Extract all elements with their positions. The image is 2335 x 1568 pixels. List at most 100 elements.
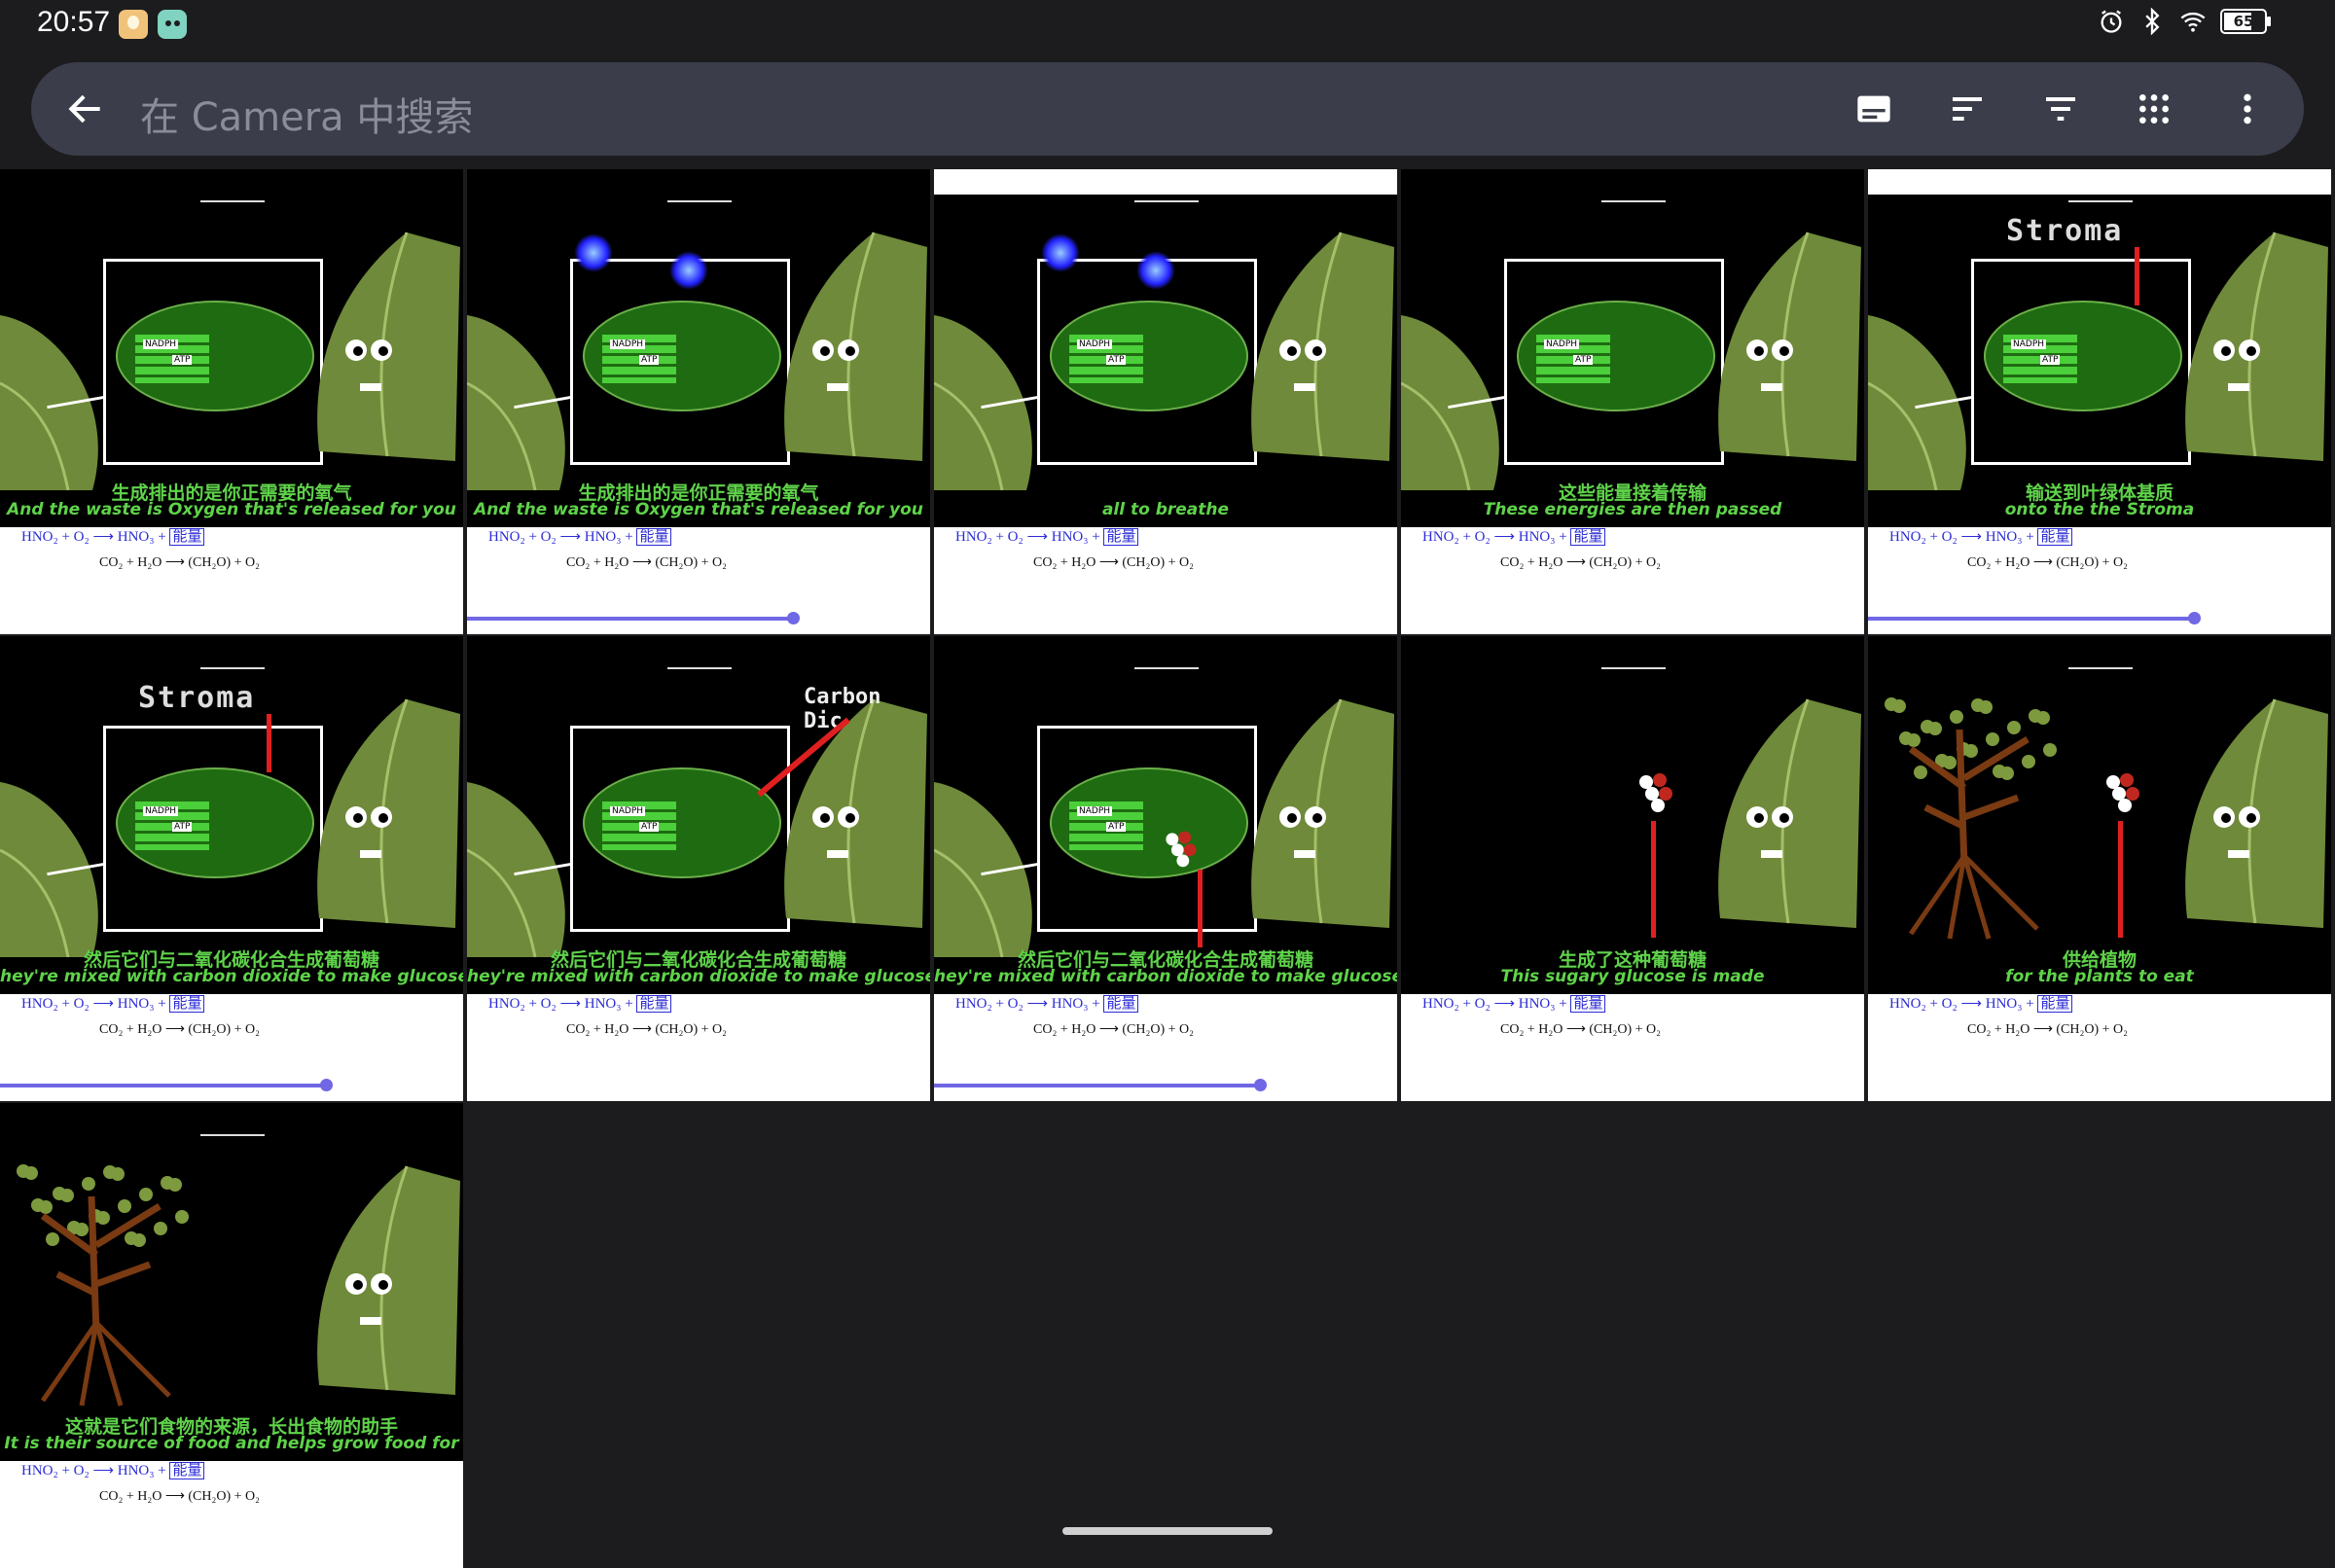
video-thumbnail[interactable]: NADPH ATP 这些能量接着传输 These energies are the… bbox=[1401, 169, 1866, 634]
up-arrow bbox=[1198, 870, 1203, 947]
tree-icon bbox=[17, 1164, 189, 1407]
stroma-label: Stroma bbox=[138, 681, 256, 715]
energy-label: 能量 bbox=[636, 528, 672, 546]
thumbnail-top-strip bbox=[1868, 636, 2331, 675]
playback-progress-handle[interactable] bbox=[2187, 612, 2201, 624]
playback-progress-bar[interactable] bbox=[467, 617, 793, 621]
leaf-character bbox=[1251, 698, 1394, 928]
playback-progress-bar[interactable] bbox=[934, 1084, 1260, 1087]
search-bar[interactable]: 在 Camera 中搜索 bbox=[31, 62, 2304, 156]
light-particle bbox=[1136, 251, 1175, 290]
formula-line-2: CO₂ + H₂O ⟶ (CH₂O) + O₂ bbox=[1500, 1022, 1662, 1037]
formula-line-1: HNO₂ + O₂ ⟶ HNO₃ + 能量 bbox=[21, 992, 205, 1013]
down-arrow bbox=[267, 714, 271, 772]
thumbnail-top-strip bbox=[934, 169, 1397, 195]
subtitle-view-icon[interactable] bbox=[1854, 89, 1893, 128]
nadph-label: NADPH bbox=[1077, 806, 1113, 816]
thumbnail-top-strip bbox=[1401, 636, 1864, 675]
subtitle-english: And the waste is Oxygen that's released … bbox=[474, 500, 923, 519]
thumbnail-top-strip bbox=[1868, 169, 2331, 195]
search-input[interactable]: 在 Camera 中搜索 bbox=[140, 86, 473, 142]
top-divider bbox=[1134, 667, 1199, 669]
top-divider bbox=[667, 200, 732, 202]
top-divider bbox=[1601, 200, 1666, 202]
video-thumbnail[interactable]: NADPH ATP 生成排出的是你正需要的氧气 And the waste is … bbox=[467, 169, 932, 634]
formula-line-1: HNO₂ + O₂ ⟶ HNO₃ + 能量 bbox=[21, 1459, 205, 1479]
sort-icon[interactable] bbox=[1948, 89, 1987, 128]
wifi-icon bbox=[2180, 12, 2206, 32]
energy-label: 能量 bbox=[2037, 528, 2073, 546]
energy-label: 能量 bbox=[169, 528, 205, 546]
formula-line-1: HNO₂ + O₂ ⟶ HNO₃ + 能量 bbox=[488, 525, 672, 546]
formula-line-2: CO₂ + H₂O ⟶ (CH₂O) + O₂ bbox=[566, 555, 728, 570]
video-thumbnail[interactable]: NADPH ATP Carbon Dic 然后它们与二氧化碳化合生成葡萄糖 hey'… bbox=[467, 636, 932, 1101]
playback-progress-bar[interactable] bbox=[1868, 617, 2194, 621]
formula-line-2: CO₂ + H₂O ⟶ (CH₂O) + O₂ bbox=[99, 555, 261, 570]
video-thumbnail[interactable]: 供给植物 for the plants to eat HNO₂ + O₂ ⟶ HNO… bbox=[1868, 636, 2333, 1101]
top-divider bbox=[1134, 200, 1199, 202]
video-thumbnail[interactable]: NADPH ATP 然后它们与二氧化碳化合生成葡萄糖 hey're mixed w… bbox=[934, 636, 1399, 1101]
more-icon[interactable] bbox=[2228, 89, 2267, 128]
light-particle bbox=[574, 233, 613, 272]
top-divider bbox=[200, 667, 265, 669]
video-thumbnail[interactable]: NADPH ATP all to breathe HNO₂ + O₂ ⟶ HNO₃… bbox=[934, 169, 1399, 634]
top-divider bbox=[667, 667, 732, 669]
filter-icon[interactable] bbox=[2041, 89, 2080, 128]
playback-progress-handle[interactable] bbox=[786, 612, 800, 624]
energy-label: 能量 bbox=[636, 995, 672, 1013]
subtitle-english: hey're mixed with carbon dioxide to make… bbox=[0, 967, 465, 986]
formula-text: HNO₂ + O₂ ⟶ HNO₃ + bbox=[1422, 996, 1567, 1012]
subtitle-english: hey're mixed with carbon dioxide to make… bbox=[934, 967, 1399, 986]
tree-icon bbox=[1885, 697, 2057, 940]
video-thumbnail[interactable]: NADPH ATP Stroma 然后它们与二氧化碳化合生成葡萄糖 hey're m… bbox=[0, 636, 465, 1101]
formula-line-2: CO₂ + H₂O ⟶ (CH₂O) + O₂ bbox=[1500, 555, 1662, 570]
energy-label: 能量 bbox=[1103, 528, 1139, 546]
alarm-icon bbox=[2101, 10, 2122, 33]
energy-label: 能量 bbox=[1570, 995, 1606, 1013]
playback-progress-bar[interactable] bbox=[0, 1084, 326, 1087]
bluetooth-icon bbox=[2145, 8, 2160, 35]
video-thumbnail[interactable]: 生成了这种葡萄糖 This sugary glucose is made HNO₂ … bbox=[1401, 636, 1866, 1101]
top-divider bbox=[200, 1134, 265, 1136]
subtitle-english: onto the the Stroma bbox=[2004, 500, 2195, 519]
formula-text: HNO₂ + O₂ ⟶ HNO₃ + bbox=[955, 996, 1100, 1012]
formula-text: HNO₂ + O₂ ⟶ HNO₃ + bbox=[1889, 996, 2034, 1012]
home-indicator[interactable] bbox=[1062, 1527, 1273, 1535]
formula-line-1: HNO₂ + O₂ ⟶ HNO₃ + 能量 bbox=[1889, 992, 2073, 1013]
energy-label: 能量 bbox=[1570, 528, 1606, 546]
formula-line-1: HNO₂ + O₂ ⟶ HNO₃ + 能量 bbox=[955, 992, 1139, 1013]
formula-text: HNO₂ + O₂ ⟶ HNO₃ + bbox=[1422, 529, 1567, 545]
leaf-character bbox=[317, 232, 460, 461]
thumbnail-top-strip bbox=[467, 169, 930, 208]
stroma-label: Stroma bbox=[2006, 214, 2124, 248]
thumbnail-top-strip bbox=[1401, 169, 1864, 208]
leaf-character bbox=[1251, 232, 1394, 461]
nadph-label: NADPH bbox=[143, 806, 179, 816]
playback-progress-handle[interactable] bbox=[1253, 1079, 1267, 1091]
playback-progress-handle[interactable] bbox=[319, 1079, 333, 1091]
notification-robot-icon bbox=[158, 10, 187, 39]
back-arrow-icon[interactable] bbox=[64, 88, 107, 130]
subtitle-english: And the waste is Oxygen that's released … bbox=[7, 500, 456, 519]
glucose-molecule-icon bbox=[1166, 831, 1197, 868]
grid-view-icon[interactable] bbox=[2135, 89, 2173, 128]
video-thumbnail[interactable]: NADPH ATP Stroma 输送到叶绿体基质 onto the the Str… bbox=[1868, 169, 2333, 634]
top-divider bbox=[1601, 667, 1666, 669]
leaf-character bbox=[317, 1165, 460, 1395]
light-particle bbox=[669, 251, 708, 290]
energy-label: 能量 bbox=[169, 1462, 205, 1479]
carbon-dioxide-label: Carbon Dic bbox=[804, 685, 881, 733]
nadph-label: NADPH bbox=[610, 806, 646, 816]
nadph-label: NADPH bbox=[1077, 339, 1113, 349]
atp-label: ATP bbox=[172, 822, 193, 832]
atp-label: ATP bbox=[1106, 822, 1127, 832]
leaf-character bbox=[317, 698, 460, 928]
subtitle-english: This sugary glucose is made bbox=[1500, 967, 1765, 986]
video-thumbnail[interactable]: NADPH ATP 生成排出的是你正需要的氧气 And the waste is … bbox=[0, 169, 465, 634]
atp-label: ATP bbox=[639, 822, 660, 832]
video-thumbnail[interactable]: 这就是它们食物的来源，长出食物的助手 It is their source of … bbox=[0, 1103, 465, 1568]
chloroplast-diagram: NADPH ATP bbox=[1037, 726, 1257, 932]
subtitle-english: These energies are then passed bbox=[1483, 500, 1782, 519]
subtitle-english: all to breathe bbox=[1101, 500, 1230, 519]
formula-line-1: HNO₂ + O₂ ⟶ HNO₃ + 能量 bbox=[1422, 992, 1606, 1013]
